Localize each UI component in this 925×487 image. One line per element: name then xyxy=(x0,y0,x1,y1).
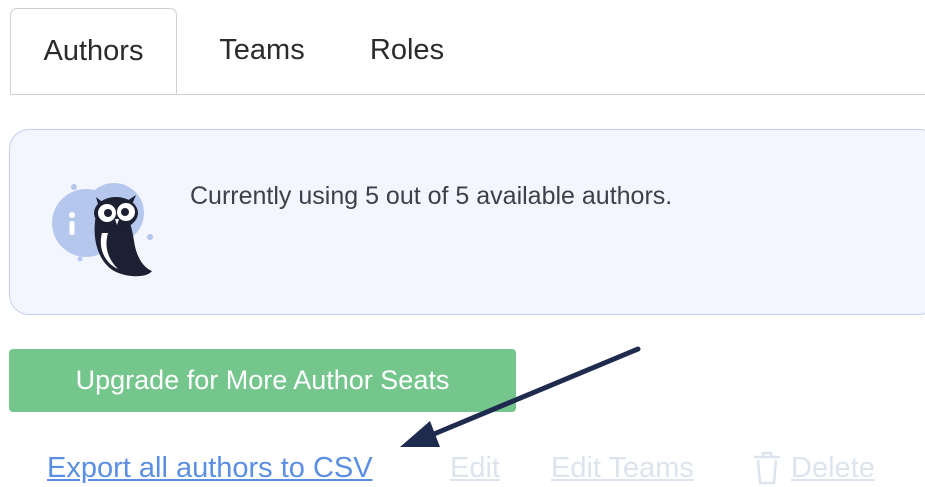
author-usage-message: Currently using 5 out of 5 available aut… xyxy=(190,182,673,210)
author-actions-bar: Export all authors to CSV Edit Edit Team… xyxy=(0,448,925,487)
tab-roles[interactable]: Roles xyxy=(352,8,462,93)
trash-icon xyxy=(753,451,781,485)
export-authors-csv-link[interactable]: Export all authors to CSV xyxy=(47,448,373,487)
tab-teams[interactable]: Teams xyxy=(197,8,327,93)
tab-bar: Authors Teams Roles xyxy=(10,8,925,95)
owl-info-icon xyxy=(52,183,153,277)
edit-teams-link[interactable]: Edit Teams xyxy=(551,448,694,487)
author-usage-notice: Currently using 5 out of 5 available aut… xyxy=(9,129,925,315)
delete-link[interactable]: Delete xyxy=(791,448,875,487)
tab-authors[interactable]: Authors xyxy=(10,8,177,94)
edit-link[interactable]: Edit xyxy=(450,448,500,487)
upgrade-author-seats-button[interactable]: Upgrade for More Author Seats xyxy=(9,349,516,412)
authors-page: Authors Teams Roles Currently using 5 ou… xyxy=(0,0,925,487)
